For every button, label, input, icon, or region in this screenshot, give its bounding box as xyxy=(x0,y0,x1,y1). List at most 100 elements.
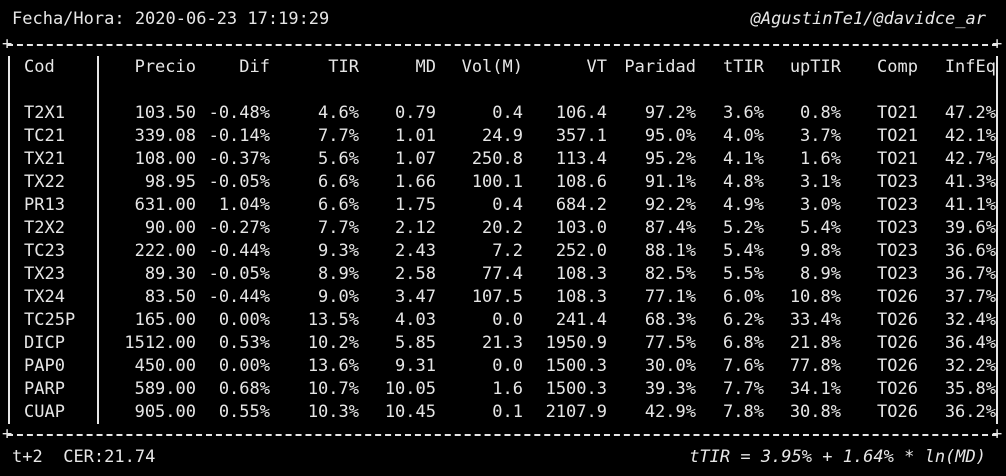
cell-dif: 0.53% xyxy=(218,333,270,353)
cell-comp: TO26 xyxy=(877,402,918,422)
table-row: TX21 108.00 -0.37% 5.6% 1.07 250.8 113.4 95.2% 4… xyxy=(14,148,996,171)
table-row: TC23 222.00 -0.44% 9.3% 2.43 7.2 252.0 88.1% 5.4… xyxy=(14,240,996,263)
cell-vol: 107.5 xyxy=(471,287,523,307)
table-row: PAP0 450.00 0.00% 13.6% 9.31 0.0 1500.3 30.0% 7.… xyxy=(14,355,996,378)
col-header-md: MD xyxy=(415,57,436,77)
cell-ttir: 7.7% xyxy=(723,379,764,399)
cell-precio: 98.95 xyxy=(144,172,196,192)
cell-uptir: 3.7% xyxy=(800,126,841,146)
col-header-cod: Cod xyxy=(24,57,55,77)
cell-ttir: 6.2% xyxy=(723,310,764,330)
table-top-border xyxy=(7,44,998,46)
corner-bottom-left: + xyxy=(2,424,13,444)
cell-vol: 0.1 xyxy=(492,402,523,422)
cell-vt: 2107.9 xyxy=(545,402,607,422)
cell-infeq: 36.2% xyxy=(944,402,996,422)
cell-dif: -0.44% xyxy=(208,287,270,307)
cell-vol: 20.2 xyxy=(482,218,523,238)
cell-uptir: 9.8% xyxy=(800,241,841,261)
cell-ttir: 4.0% xyxy=(723,126,764,146)
cell-dif: -0.27% xyxy=(208,218,270,238)
cell-comp: TO21 xyxy=(877,149,918,169)
cell-uptir: 33.4% xyxy=(789,310,841,330)
col-header-tir: TIR xyxy=(328,57,359,77)
cell-vt: 357.1 xyxy=(555,126,607,146)
col-header-ttir: tTIR xyxy=(723,57,764,77)
cell-md: 5.85 xyxy=(395,333,436,353)
cell-cod: DICP xyxy=(24,333,65,353)
cell-uptir: 30.8% xyxy=(789,402,841,422)
cell-paridad: 95.2% xyxy=(644,149,696,169)
cell-infeq: 47.2% xyxy=(944,103,996,123)
cell-comp: TO26 xyxy=(877,287,918,307)
cell-vt: 684.2 xyxy=(555,195,607,215)
cell-precio: 90.00 xyxy=(144,218,196,238)
cell-infeq: 36.7% xyxy=(944,264,996,284)
cell-paridad: 30.0% xyxy=(644,356,696,376)
cell-uptir: 77.8% xyxy=(789,356,841,376)
cell-precio: 222.00 xyxy=(134,241,196,261)
cell-cod: T2X2 xyxy=(24,218,65,238)
cell-precio: 905.00 xyxy=(134,402,196,422)
cell-paridad: 77.1% xyxy=(644,287,696,307)
table-row: TC25P 165.00 0.00% 13.5% 4.03 0.0 241.4 68.3% 6.… xyxy=(14,309,996,332)
cell-md: 10.45 xyxy=(384,402,436,422)
cell-paridad: 39.3% xyxy=(644,379,696,399)
cell-md: 1.75 xyxy=(395,195,436,215)
corner-top-left: + xyxy=(2,34,13,54)
cell-md: 2.12 xyxy=(395,218,436,238)
cell-infeq: 42.1% xyxy=(944,126,996,146)
cell-tir: 10.7% xyxy=(307,379,359,399)
cell-precio: 631.00 xyxy=(134,195,196,215)
cell-cod: TX22 xyxy=(24,172,65,192)
cell-md: 2.43 xyxy=(395,241,436,261)
cell-comp: TO21 xyxy=(877,126,918,146)
cell-comp: TO23 xyxy=(877,241,918,261)
cell-vol: 0.0 xyxy=(492,356,523,376)
cell-vt: 108.3 xyxy=(555,287,607,307)
cell-precio: 83.50 xyxy=(144,287,196,307)
cell-tir: 6.6% xyxy=(318,195,359,215)
cell-dif: -0.05% xyxy=(208,264,270,284)
cell-vt: 103.0 xyxy=(555,218,607,238)
table-body: T2X1 103.50 -0.48% 4.6% 0.79 0.4 106.4 97.2% 3.6… xyxy=(14,79,996,424)
cell-ttir: 5.4% xyxy=(723,241,764,261)
cell-paridad: 91.1% xyxy=(644,172,696,192)
table-row: TC21 339.08 -0.14% 7.7% 1.01 24.9 357.1 95.0% 4.… xyxy=(14,125,996,148)
table-bottom-border xyxy=(7,434,998,436)
cell-cod: TC21 xyxy=(24,126,65,146)
left-border xyxy=(8,56,10,424)
cell-precio: 89.30 xyxy=(144,264,196,284)
cell-uptir: 34.1% xyxy=(789,379,841,399)
cell-paridad: 68.3% xyxy=(644,310,696,330)
cell-md: 0.79 xyxy=(395,103,436,123)
cell-infeq: 32.2% xyxy=(944,356,996,376)
col-header-dif: Dif xyxy=(239,57,270,77)
cell-ttir: 6.8% xyxy=(723,333,764,353)
col-header-paridad: Paridad xyxy=(624,57,696,77)
cell-ttir: 5.2% xyxy=(723,218,764,238)
table-row: T2X2 90.00 -0.27% 7.7% 2.12 20.2 103.0 87.4% 5.2… xyxy=(14,217,996,240)
cell-cod: CUAP xyxy=(24,402,65,422)
terminal-window: { "header": { "datetime": "Fecha/Hora: 2… xyxy=(0,0,1006,476)
cell-tir: 9.3% xyxy=(318,241,359,261)
cell-cod: PARP xyxy=(24,379,65,399)
cell-md: 10.05 xyxy=(384,379,436,399)
cell-paridad: 95.0% xyxy=(644,126,696,146)
cell-cod: TC23 xyxy=(24,241,65,261)
cell-uptir: 1.6% xyxy=(800,149,841,169)
table-row: DICP 1512.00 0.53% 10.2% 5.85 21.3 1950.9 77.5%… xyxy=(14,332,996,355)
cell-precio: 450.00 xyxy=(134,356,196,376)
cell-tir: 13.5% xyxy=(307,310,359,330)
cell-comp: TO26 xyxy=(877,356,918,376)
table-row: TX24 83.50 -0.44% 9.0% 3.47 107.5 108.3 77.1% 6.… xyxy=(14,286,996,309)
col-header-infeq: InfEq xyxy=(944,57,996,77)
cell-comp: TO23 xyxy=(877,195,918,215)
cell-vt: 252.0 xyxy=(555,241,607,261)
cell-paridad: 42.9% xyxy=(644,402,696,422)
cell-precio: 165.00 xyxy=(134,310,196,330)
cell-dif: 0.68% xyxy=(218,379,270,399)
col-header-uptir: upTIR xyxy=(789,57,841,77)
cell-cod: T2X1 xyxy=(24,103,65,123)
cell-ttir: 5.5% xyxy=(723,264,764,284)
